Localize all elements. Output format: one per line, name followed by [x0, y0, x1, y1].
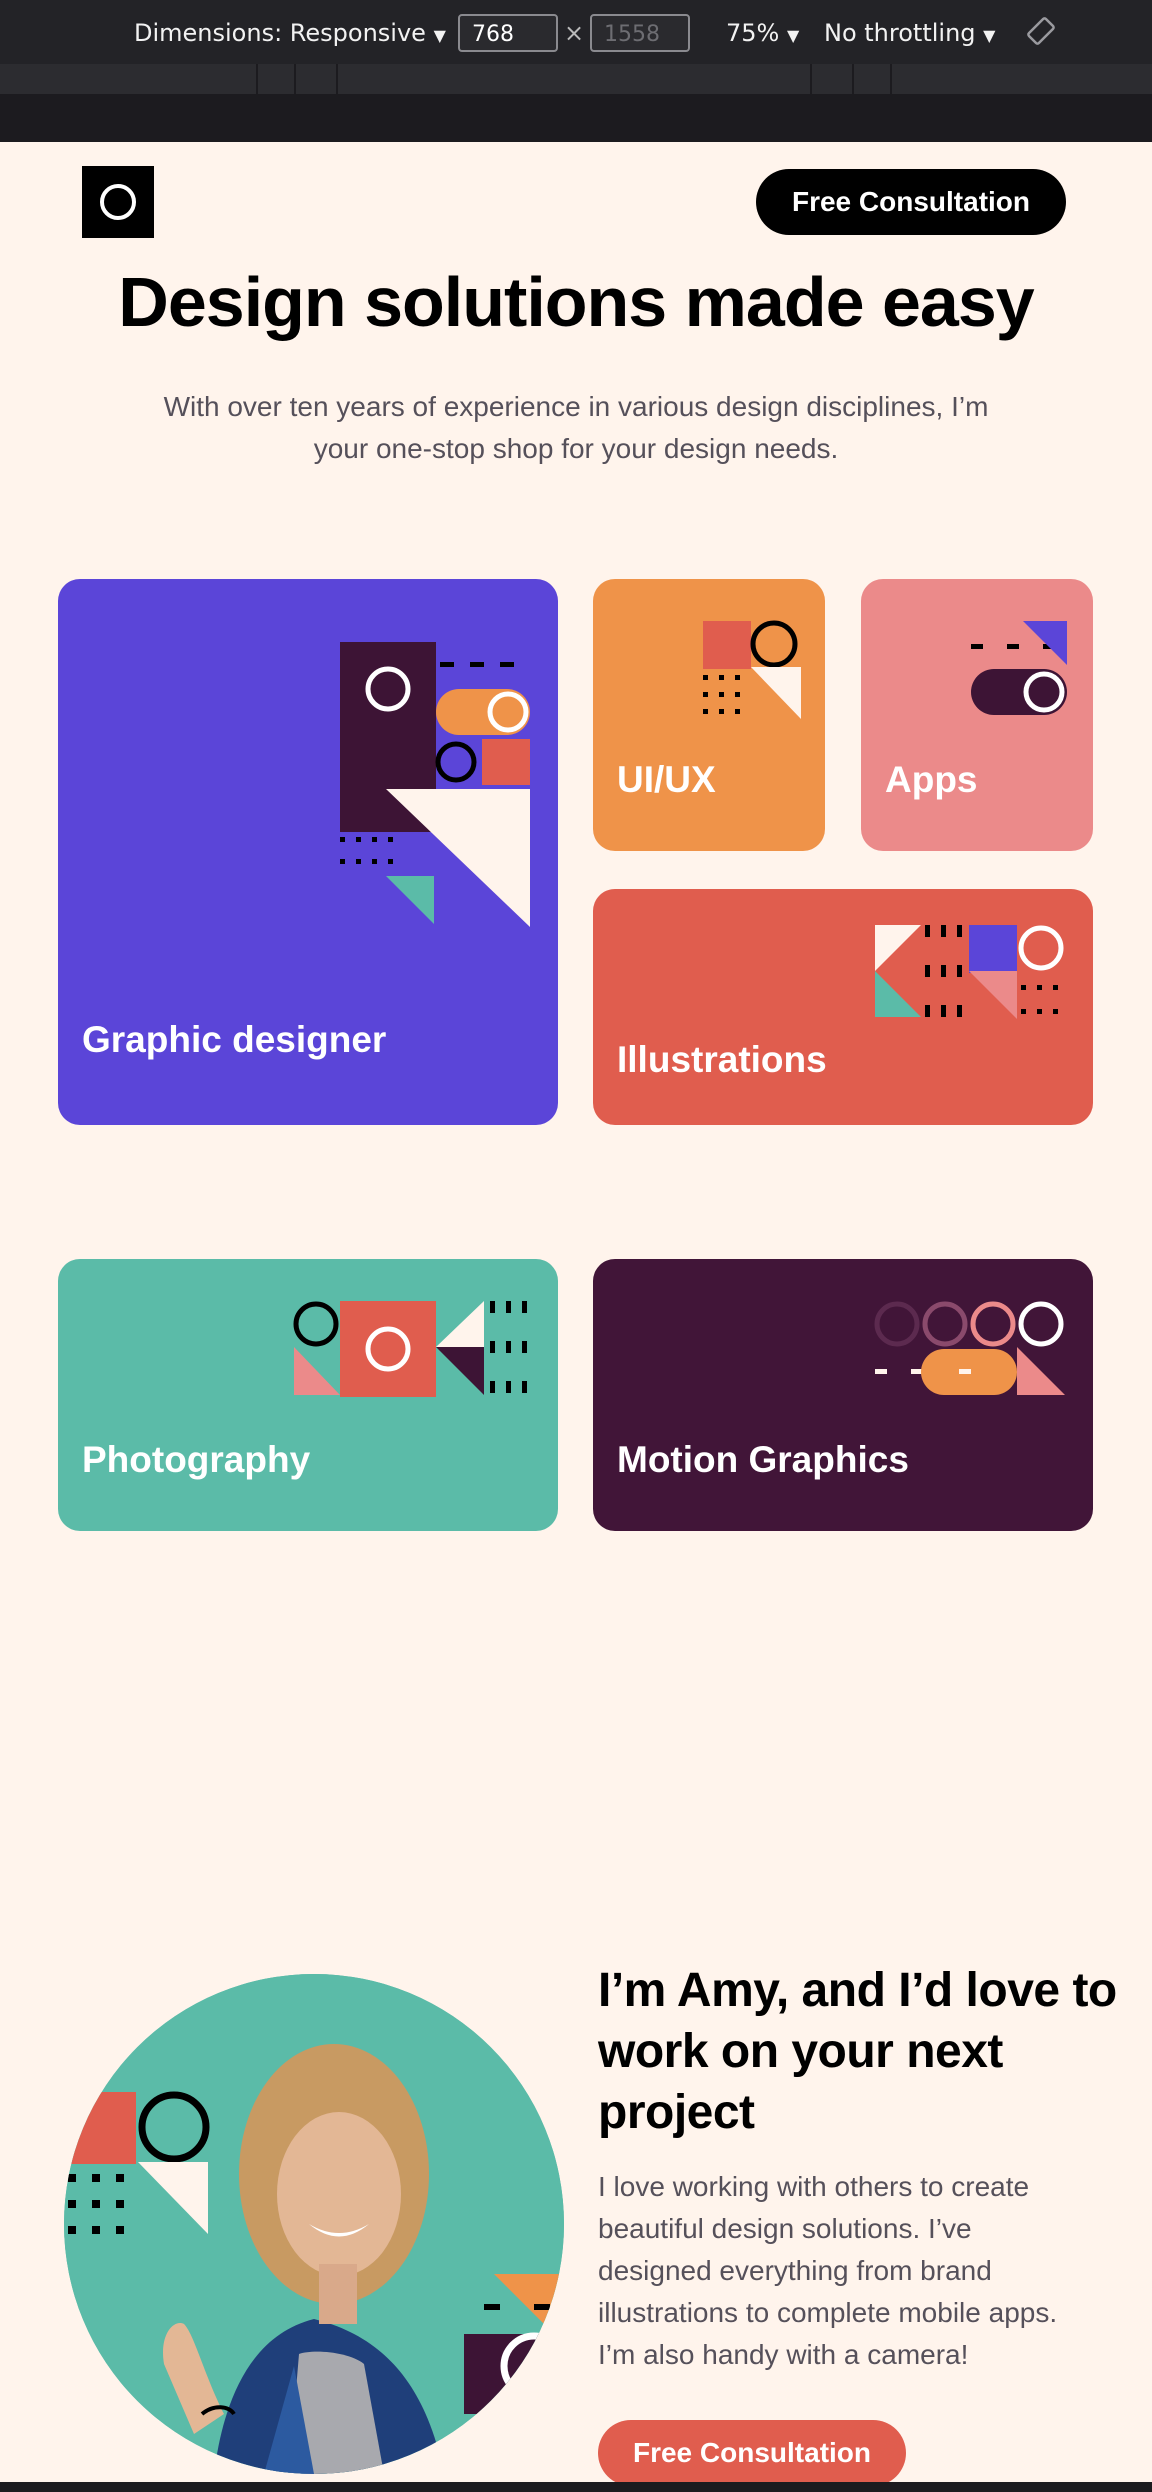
profile-photo	[64, 1974, 564, 2474]
photography-illustration	[293, 1301, 527, 1397]
service-card-apps[interactable]: Apps	[861, 579, 1093, 851]
service-label: Photography	[82, 1439, 311, 1480]
amy-portrait-image	[64, 1974, 564, 2474]
dimensions-label: Dimensions: Responsive	[134, 19, 426, 47]
devtools-toolbar: Dimensions: Responsive ▼ 768 × 1558 75% …	[0, 0, 1152, 64]
hero-subtitle: With over ten years of experience in var…	[163, 391, 989, 464]
media-query-ruler	[0, 64, 1152, 94]
width-input[interactable]: 768	[458, 14, 558, 52]
service-card-motion-graphics[interactable]: Motion Graphics	[593, 1259, 1093, 1531]
rotate-icon[interactable]	[1026, 16, 1056, 57]
about-text: I love working with others to create bea…	[598, 2171, 1058, 2370]
throttle-dropdown[interactable]: No throttling ▼	[824, 14, 995, 55]
service-label: Motion Graphics	[617, 1439, 909, 1480]
about-free-consultation-button[interactable]: Free Consultation	[598, 2420, 906, 2482]
illustrations-illustration	[875, 925, 1064, 1019]
service-label: UI/UX	[617, 759, 716, 800]
logo[interactable]	[82, 166, 154, 238]
chevron-down-icon: ▼	[786, 26, 800, 45]
service-card-illustrations[interactable]: Illustrations	[593, 889, 1093, 1125]
service-card-graphic-designer[interactable]: Graphic designer	[58, 579, 558, 1125]
chevron-down-icon: ▼	[433, 26, 446, 45]
throttle-label: No throttling	[824, 19, 976, 47]
motion-graphics-illustration	[874, 1301, 1065, 1395]
apps-illustration	[971, 621, 1067, 715]
height-input[interactable]: 1558	[590, 14, 690, 52]
service-label: Illustrations	[617, 1039, 827, 1080]
zoom-label: 75%	[726, 19, 780, 47]
about-title: I’m Amy, and I’d love to work on your ne…	[598, 1964, 1117, 2139]
chevron-down-icon: ▼	[983, 26, 996, 45]
free-consultation-button[interactable]: Free Consultation	[756, 169, 1066, 235]
service-label: Apps	[885, 759, 978, 800]
service-label: Graphic designer	[82, 1019, 387, 1060]
ui-ux-illustration	[703, 620, 801, 719]
page-viewport: Free Consultation Design solutions made …	[0, 142, 1152, 2482]
logo-ring-icon	[100, 184, 136, 220]
graphic-designer-illustration	[340, 642, 530, 927]
service-card-ui-ux[interactable]: UI/UX	[593, 579, 825, 851]
service-card-photography[interactable]: Photography	[58, 1259, 558, 1531]
times-sign: ×	[564, 19, 585, 47]
devtools-ruler	[0, 94, 1152, 142]
viewport-bottom-edge	[0, 2482, 1152, 2492]
zoom-dropdown[interactable]: 75% ▼	[726, 14, 799, 55]
hero-title: Design solutions made easy	[118, 263, 1034, 341]
dimensions-dropdown[interactable]: Dimensions: Responsive ▼	[134, 14, 446, 55]
